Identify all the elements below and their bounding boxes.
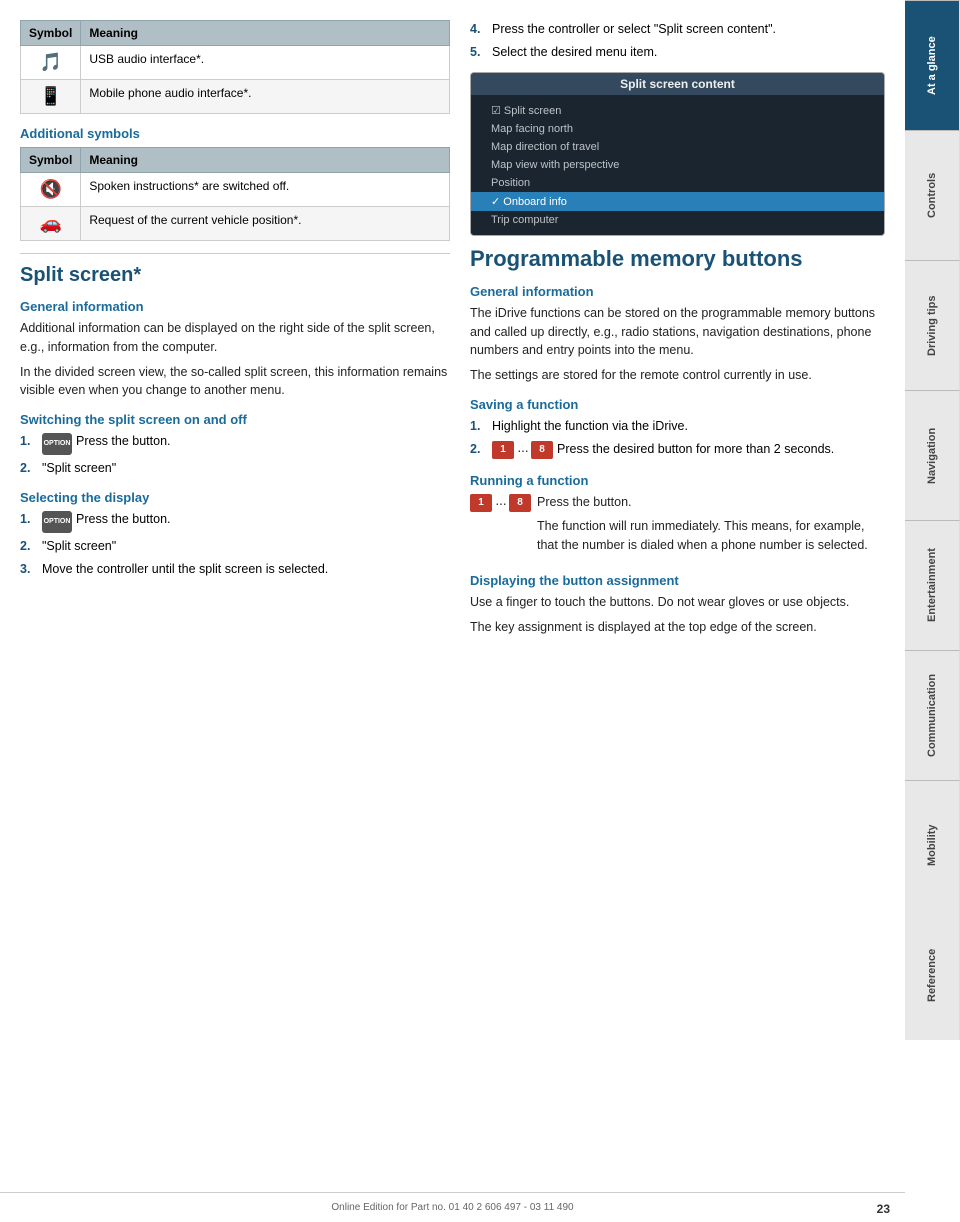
sidebar-tab-reference[interactable]: Reference (905, 910, 960, 1040)
left-column: Symbol Meaning 🎵 USB audio interface*. 📱… (20, 20, 450, 1182)
meaning-cell: Request of the current vehicle position*… (81, 207, 450, 241)
step-text: Press the desired button for more than 2… (557, 440, 834, 459)
additional-symbols-label: Additional symbols (20, 126, 450, 141)
menu-item-map-direction: Map direction of travel (471, 138, 884, 156)
switching-steps: 1. OPTION Press the button. 2. "Split sc… (20, 432, 450, 478)
page-number: 23 (877, 1202, 890, 1216)
col-header-symbol: Symbol (21, 21, 81, 46)
menu-item-map-perspective: Map view with perspective (471, 156, 884, 174)
meaning-cell: USB audio interface*. (81, 46, 450, 80)
symbol-table-1: Symbol Meaning 🎵 USB audio interface*. 📱… (20, 20, 450, 114)
running-text2: The function will run immediately. This … (537, 517, 885, 555)
saving-steps: 1. Highlight the function via the iDrive… (470, 417, 885, 461)
running-icons: 1 ··· 8 (470, 494, 531, 512)
running-btn-dots: ··· (495, 495, 506, 511)
running-heading: Running a function (470, 473, 885, 488)
general-info-heading-left: General information (20, 299, 450, 314)
table-row: 🔇 Spoken instructions* are switched off. (21, 173, 450, 207)
symbol-cell: 📱 (21, 80, 81, 114)
page-footer: Online Edition for Part no. 01 40 2 606 … (0, 1192, 905, 1222)
option-button-icon-2: OPTION (42, 511, 72, 533)
sidebar-tab-navigation[interactable]: Navigation (905, 390, 960, 520)
step-text: Press the controller or select "Split sc… (492, 20, 776, 39)
selecting-heading: Selecting the display (20, 490, 450, 505)
selecting-steps: 1. OPTION Press the button. 2. "Split sc… (20, 510, 450, 579)
menu-item-position: Position (471, 174, 884, 192)
running-btn-8: 8 (509, 494, 531, 512)
list-item: 1. OPTION Press the button. (20, 510, 450, 533)
step-text: Press the button. (76, 510, 171, 529)
split-screen-steps-right: 4. Press the controller or select "Split… (470, 20, 885, 62)
split-screen-heading: Split screen* (20, 264, 450, 287)
switching-heading: Switching the split screen on and off (20, 412, 450, 427)
list-item: 1. OPTION Press the button. (20, 432, 450, 455)
list-item: 2. "Split screen" (20, 459, 450, 478)
menu-item-onboard-info: ✓ Onboard info (471, 192, 884, 211)
symbol-cell: 🔇 (21, 173, 81, 207)
right-column: 4. Press the controller or select "Split… (470, 20, 885, 1182)
step-text: Move the controller until the split scre… (42, 560, 328, 579)
list-item: 5. Select the desired menu item. (470, 43, 885, 62)
col-header-symbol: Symbol (21, 148, 81, 173)
general-info-text1-left: Additional information can be displayed … (20, 319, 450, 357)
sidebar-tab-at-a-glance[interactable]: At a glance (905, 0, 960, 130)
sidebar-tab-driving-tips[interactable]: Driving tips (905, 260, 960, 390)
running-btn-1: 1 (470, 494, 492, 512)
displaying-text1: Use a finger to touch the buttons. Do no… (470, 593, 885, 612)
step-text: Highlight the function via the iDrive. (492, 417, 688, 436)
memory-button-icons: 1 ··· 8 (492, 440, 553, 461)
general-info-text2-left: In the divided screen view, the so-calle… (20, 363, 450, 401)
running-text1: Press the button. (537, 493, 885, 512)
sidebar-tab-entertainment[interactable]: Entertainment (905, 520, 960, 650)
mem-btn-1: 1 (492, 441, 514, 459)
list-item: 1. Highlight the function via the iDrive… (470, 417, 885, 436)
list-item: 2. 1 ··· 8 Press the desired button for … (470, 440, 885, 461)
general-info-text1-right: The iDrive functions can be stored on th… (470, 304, 885, 360)
list-item: 2. "Split screen" (20, 537, 450, 556)
table-row: 🎵 USB audio interface*. (21, 46, 450, 80)
step-text: "Split screen" (42, 459, 116, 478)
displaying-heading: Displaying the button assignment (470, 573, 885, 588)
step-text: Press the button. (76, 432, 171, 451)
sidebar: At a glance Controls Driving tips Naviga… (905, 0, 960, 1222)
meaning-cell: Spoken instructions* are switched off. (81, 173, 450, 207)
divider (20, 253, 450, 254)
symbol-cell: 🚗 (21, 207, 81, 241)
table-row: 🚗 Request of the current vehicle positio… (21, 207, 450, 241)
list-item: 3. Move the controller until the split s… (20, 560, 450, 579)
screenshot-container: Split screen content ☑ Split screen Map … (470, 72, 885, 236)
general-info-text2-right: The settings are stored for the remote c… (470, 366, 885, 385)
saving-heading: Saving a function (470, 397, 885, 412)
step-text: Select the desired menu item. (492, 43, 657, 62)
mem-btn-8: 8 (531, 441, 553, 459)
programmable-memory-heading: Programmable memory buttons (470, 246, 885, 272)
symbol-cell: 🎵 (21, 46, 81, 80)
general-info-heading-right: General information (470, 284, 885, 299)
option-button-icon: OPTION (42, 433, 72, 455)
list-item: 4. Press the controller or select "Split… (470, 20, 885, 39)
symbol-table-2: Symbol Meaning 🔇 Spoken instructions* ar… (20, 147, 450, 241)
footer-text: Online Edition for Part no. 01 40 2 606 … (331, 1202, 573, 1213)
menu-item-trip-computer: Trip computer (471, 211, 884, 229)
col-header-meaning: Meaning (81, 148, 450, 173)
sidebar-tab-mobility[interactable]: Mobility (905, 780, 960, 910)
screenshot-title: Split screen content (471, 73, 884, 95)
running-content: 1 ··· 8 Press the button. The function w… (470, 493, 885, 561)
col-header-meaning: Meaning (81, 21, 450, 46)
sidebar-tab-controls[interactable]: Controls (905, 130, 960, 260)
mem-btn-dots: ··· (517, 440, 528, 461)
step-text: "Split screen" (42, 537, 116, 556)
table-row: 📱 Mobile phone audio interface*. (21, 80, 450, 114)
sidebar-tab-communication[interactable]: Communication (905, 650, 960, 780)
menu-item-map-north: Map facing north (471, 120, 884, 138)
running-text-block: Press the button. The function will run … (537, 493, 885, 561)
displaying-text2: The key assignment is displayed at the t… (470, 618, 885, 637)
meaning-cell: Mobile phone audio interface*. (81, 80, 450, 114)
screenshot-menu: ☑ Split screen Map facing north Map dire… (471, 95, 884, 235)
menu-item-split-screen: ☑ Split screen (471, 101, 884, 120)
